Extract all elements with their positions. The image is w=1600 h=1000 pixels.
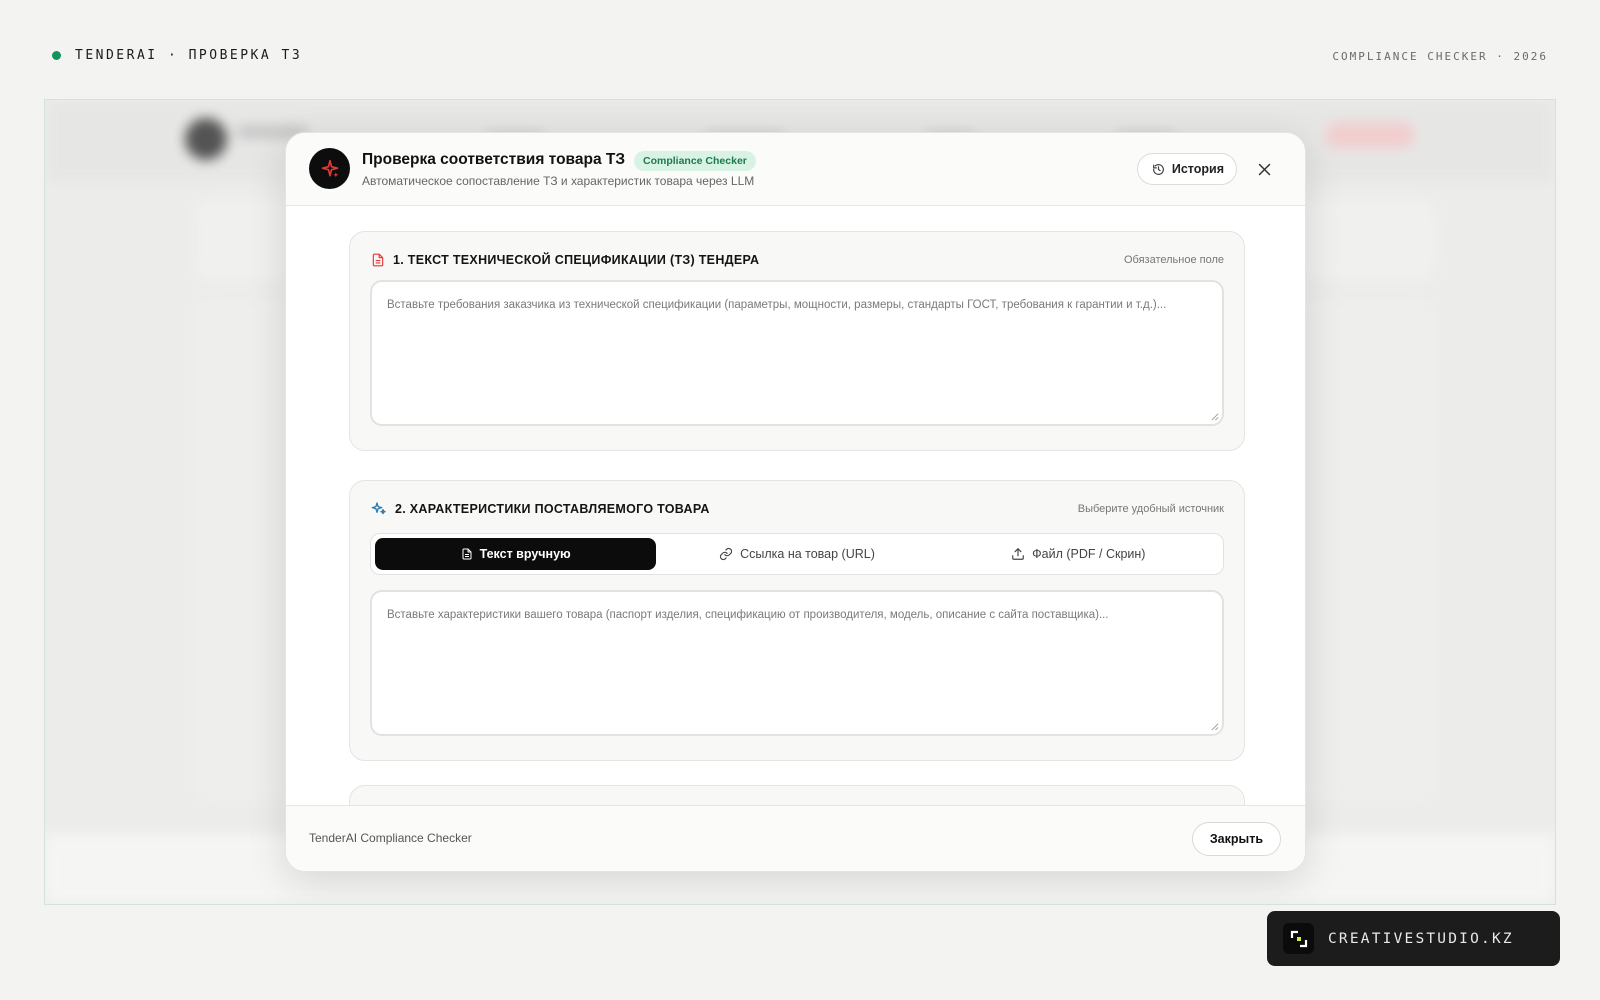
- tz-section-header: 1. ТЕКСТ ТЕХНИЧЕСКОЙ СПЕЦИФИКАЦИИ (ТЗ) Т…: [371, 252, 759, 268]
- studio-logo-icon: [1283, 923, 1314, 954]
- document-icon: [372, 253, 384, 267]
- next-section: [349, 785, 1245, 805]
- compliance-modal: Проверка соответствия товара ТЗ Complian…: [285, 132, 1306, 872]
- tz-textarea[interactable]: Вставьте требования заказчика из техниче…: [370, 280, 1224, 426]
- close-button[interactable]: Закрыть: [1191, 822, 1281, 856]
- tab-url[interactable]: Ссылка на товар (URL): [656, 538, 937, 570]
- tab-manual-text[interactable]: Текст вручную: [375, 538, 657, 570]
- tab-manual-text-label: Текст вручную: [479, 547, 571, 561]
- studio-badge-label: CREATIVESTUDIO.KZ: [1328, 930, 1514, 947]
- product-section: 2. ХАРАКТЕРИСТИКИ ПОСТАВЛЯЕМОГО ТОВАРА В…: [349, 480, 1245, 761]
- compliance-badge: Compliance Checker: [634, 151, 756, 171]
- tz-section-title: 1. ТЕКСТ ТЕХНИЧЕСКОЙ СПЕЦИФИКАЦИИ (ТЗ) Т…: [393, 253, 760, 267]
- app-label-text: TENDERAI · ПРОВЕРКА ТЗ: [75, 48, 303, 63]
- source-note: Выберите удобный источник: [1077, 503, 1224, 515]
- app-caption: COMPLIANCE CHECKER · 2026: [1332, 50, 1548, 63]
- sparkles-icon: [371, 502, 386, 515]
- footer-label: TenderAI Compliance Checker: [309, 831, 472, 845]
- source-tabs: Текст вручную Ссылка на товар (URL) Файл…: [370, 533, 1224, 575]
- bg-logo: [185, 118, 227, 160]
- product-section-header: 2. ХАРАКТЕРИСТИКИ ПОСТАВЛЯЕМОГО ТОВАРА: [371, 501, 710, 517]
- preview-frame: Проверка соответствия товара ТЗ Complian…: [44, 99, 1556, 905]
- resize-handle-icon[interactable]: [1210, 412, 1219, 421]
- product-textarea-placeholder: Вставьте характеристики вашего товара (п…: [387, 609, 1109, 621]
- app-label: TENDERAI · ПРОВЕРКА ТЗ: [52, 48, 302, 63]
- product-section-title: 2. ХАРАКТЕРИСТИКИ ПОСТАВЛЯЕМОГО ТОВАРА: [395, 502, 710, 516]
- studio-badge[interactable]: CREATIVESTUDIO.KZ: [1267, 911, 1560, 966]
- modal-body: 1. ТЕКСТ ТЕХНИЧЕСКОЙ СПЕЦИФИКАЦИИ (ТЗ) Т…: [286, 207, 1305, 805]
- history-icon: [1152, 163, 1164, 175]
- tab-file-label: Файл (PDF / Скрин): [1032, 547, 1146, 561]
- required-note: Обязательное поле: [1123, 254, 1224, 266]
- status-dot: [52, 51, 61, 60]
- modal-footer: TenderAI Compliance Checker Закрыть: [286, 805, 1305, 871]
- history-button-label: История: [1171, 162, 1224, 176]
- bg-red-button: [1325, 122, 1415, 148]
- resize-handle-icon[interactable]: [1210, 722, 1219, 731]
- tz-section: 1. ТЕКСТ ТЕХНИЧЕСКОЙ СПЕЦИФИКАЦИИ (ТЗ) Т…: [349, 231, 1245, 451]
- tab-file[interactable]: Файл (PDF / Скрин): [938, 538, 1219, 570]
- tz-textarea-placeholder: Вставьте требования заказчика из техниче…: [387, 299, 1167, 311]
- product-textarea[interactable]: Вставьте характеристики вашего товара (п…: [370, 590, 1224, 736]
- link-icon: [720, 547, 733, 561]
- upload-icon: [1012, 548, 1025, 560]
- tab-url-label: Ссылка на товар (URL): [740, 547, 875, 561]
- modal-header: Проверка соответствия товара ТЗ Complian…: [286, 133, 1305, 206]
- modal-subtitle: Автоматическое сопоставление ТЗ и характ…: [362, 174, 755, 188]
- modal-title: Проверка соответствия товара ТЗ: [362, 151, 626, 168]
- document-icon: [462, 548, 472, 560]
- sparkle-icon: [309, 148, 350, 189]
- history-button[interactable]: История: [1136, 153, 1237, 185]
- close-icon[interactable]: [1253, 158, 1275, 180]
